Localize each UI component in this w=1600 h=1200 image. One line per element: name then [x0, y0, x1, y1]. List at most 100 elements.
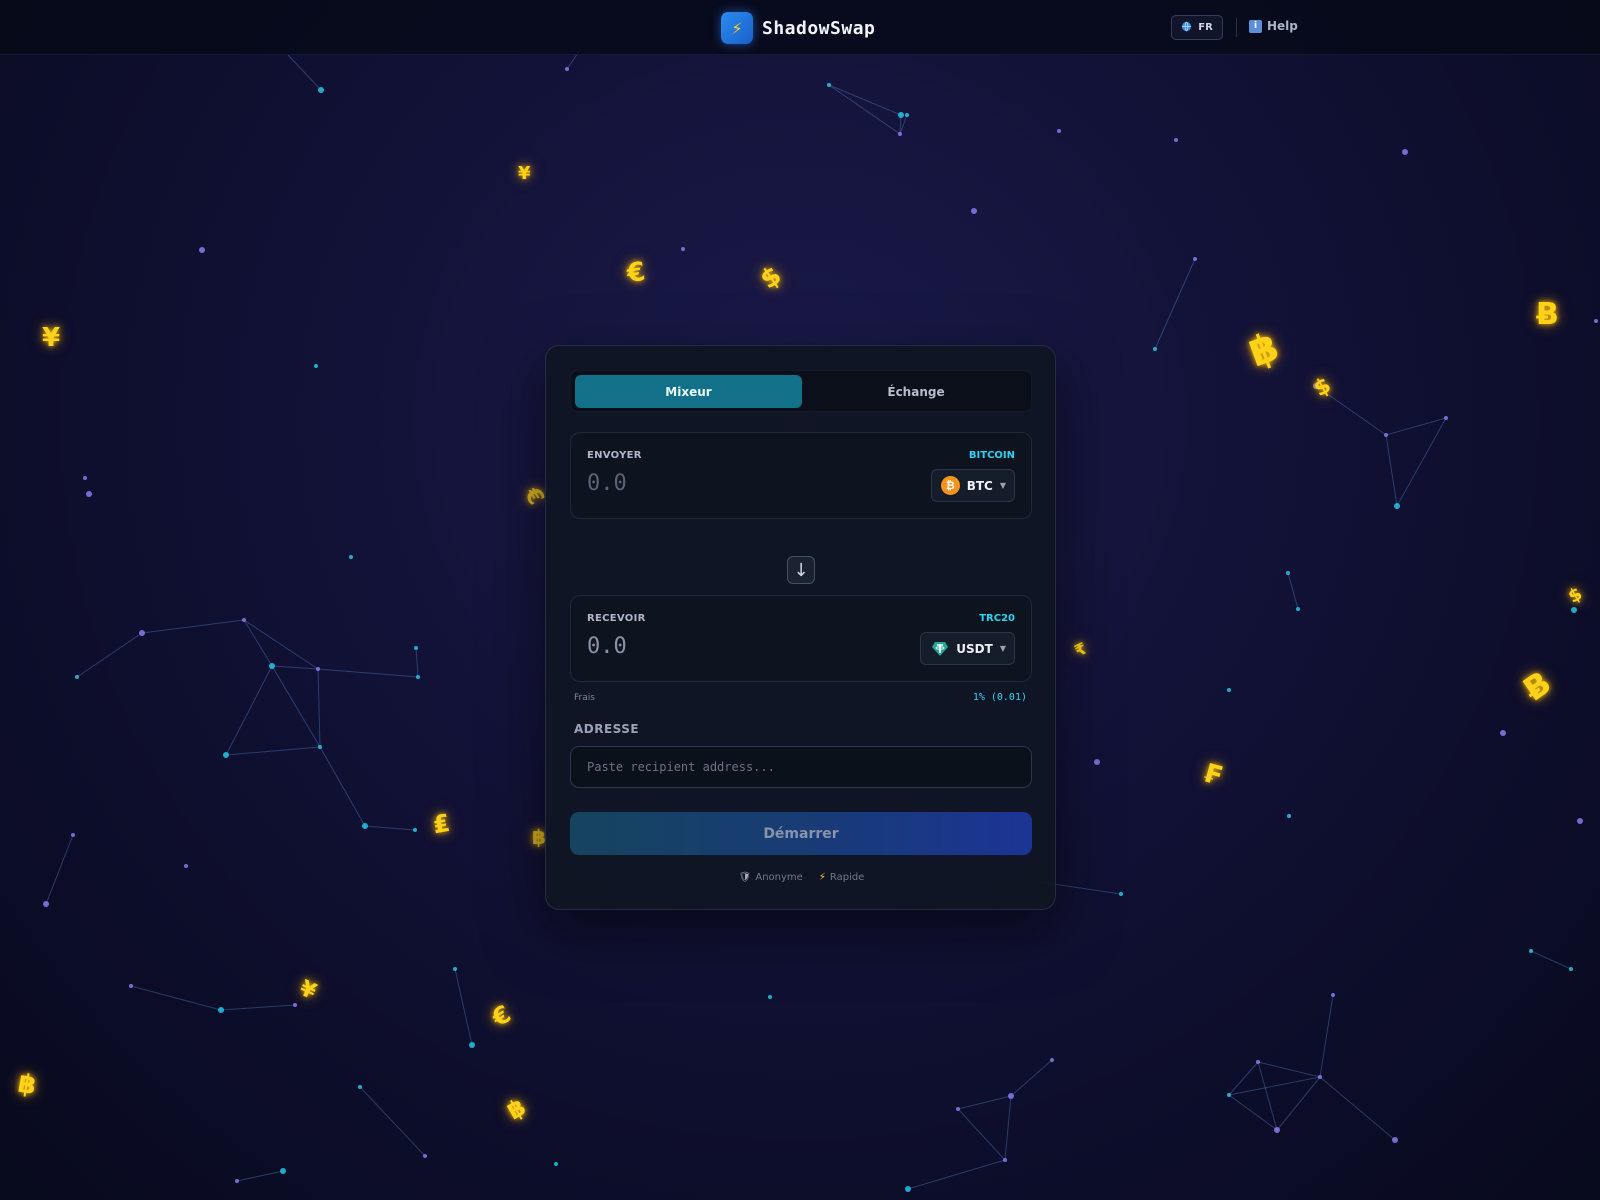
network-edge: [236, 1170, 284, 1182]
network-node: [1119, 892, 1123, 896]
network-node: [565, 67, 569, 71]
network-edge: [1228, 1094, 1278, 1131]
network-node: [1003, 1158, 1007, 1162]
network-edge: [317, 668, 321, 748]
network-node: [1057, 129, 1061, 133]
network-node: [1174, 138, 1178, 142]
language-selector-button[interactable]: FR: [1171, 15, 1223, 40]
network-node: [75, 675, 79, 679]
network-edge: [225, 746, 321, 756]
brand[interactable]: ⚡ ShadowSwap: [721, 12, 875, 44]
network-edge: [45, 834, 74, 905]
network-node: [453, 967, 457, 971]
network-node: [423, 1154, 427, 1158]
network-node: [416, 675, 420, 679]
network-edge: [271, 665, 319, 670]
network-node: [469, 1042, 475, 1048]
network-node: [1256, 1060, 1260, 1064]
network-node: [235, 1179, 239, 1183]
feature-anonymous: 🛡 Anonyme: [739, 872, 803, 883]
network-node: [86, 491, 92, 497]
network-edge: [364, 825, 416, 831]
network-edge: [1396, 417, 1447, 507]
network-node: [1318, 1075, 1322, 1079]
network-node: [1050, 1058, 1054, 1062]
receive-coin-selector[interactable]: USDT ▼: [920, 632, 1015, 665]
receive-coin-label: USDT: [956, 641, 993, 656]
recipient-address-input[interactable]: [570, 746, 1032, 788]
network-edge: [287, 54, 322, 91]
network-edge: [1010, 1059, 1053, 1097]
network-node: [1227, 1093, 1231, 1097]
network-edge: [359, 1086, 426, 1157]
send-label: ENVOYER: [587, 450, 642, 461]
mode-tabs: Mixeur Échange: [570, 370, 1032, 412]
network-node: [223, 752, 229, 758]
network-edge: [1276, 1076, 1321, 1131]
network-edge: [1287, 572, 1299, 610]
swap-direction-button[interactable]: ↓: [787, 556, 815, 584]
network-node: [1529, 949, 1533, 953]
network-node: [269, 663, 275, 669]
brand-name: ShadowSwap: [762, 17, 876, 39]
network-node: [1008, 1093, 1014, 1099]
network-node: [1331, 993, 1335, 997]
network-edge: [1385, 417, 1447, 436]
network-edge: [1257, 1061, 1278, 1131]
tether-icon: [930, 639, 949, 658]
network-node: [898, 112, 904, 118]
network-edge: [828, 84, 902, 116]
lightning-icon: ⚡: [818, 872, 826, 883]
send-amount-input[interactable]: 0.0: [587, 471, 627, 496]
send-coin-selector[interactable]: ₿ BTC ▼: [930, 469, 1015, 502]
receive-label: RECEVOIR: [587, 613, 646, 624]
network-node: [314, 364, 318, 368]
network-edge: [1319, 994, 1334, 1078]
network-node: [768, 995, 772, 999]
network-node: [1394, 503, 1400, 509]
network-node: [1384, 433, 1388, 437]
network-node: [199, 247, 205, 253]
network-node: [316, 667, 320, 671]
network-edge: [243, 619, 319, 670]
shield-icon: 🛡: [738, 872, 752, 883]
network-edge: [454, 968, 473, 1046]
network-node: [358, 1085, 362, 1089]
network-node: [293, 1003, 297, 1007]
start-button[interactable]: Démarrer: [570, 812, 1032, 855]
network-node: [905, 1186, 911, 1192]
network-node: [414, 646, 418, 650]
network-node: [280, 1168, 286, 1174]
feature-fast: ⚡ Rapide: [819, 872, 865, 883]
tab-echange[interactable]: Échange: [802, 375, 1030, 408]
network-edge: [220, 1004, 296, 1011]
network-node: [1569, 967, 1573, 971]
network-node: [1392, 1137, 1398, 1143]
header-divider: [1236, 18, 1237, 37]
network-edge: [76, 632, 143, 678]
bitcoin-icon: ₿: [940, 476, 960, 495]
arrow-down-icon: ↓: [793, 559, 809, 581]
network-node: [1571, 607, 1577, 613]
tab-mixeur[interactable]: Mixeur: [575, 375, 802, 408]
network-node: [83, 476, 87, 480]
network-edge: [319, 746, 366, 827]
network-edge: [130, 985, 222, 1011]
network-node: [129, 984, 133, 988]
network-node: [1153, 347, 1157, 351]
network-node: [1274, 1127, 1280, 1133]
network-edge: [957, 1095, 1012, 1110]
swap-card: Mixeur Échange ENVOYER BITCOIN 0.0 ₿ BTC…: [545, 345, 1056, 910]
network-node: [43, 901, 49, 907]
network-node: [1286, 571, 1290, 575]
help-button[interactable]: i Help: [1249, 19, 1298, 33]
fee-value: 1% (0.01): [972, 692, 1027, 703]
network-edge: [317, 668, 419, 678]
network-node: [956, 1107, 960, 1111]
network-node: [242, 618, 246, 622]
network-node: [905, 113, 909, 117]
receive-amount: 0.0: [587, 634, 627, 659]
network-edge: [225, 665, 273, 756]
network-node: [1577, 818, 1583, 824]
network-edge: [1319, 1076, 1396, 1141]
